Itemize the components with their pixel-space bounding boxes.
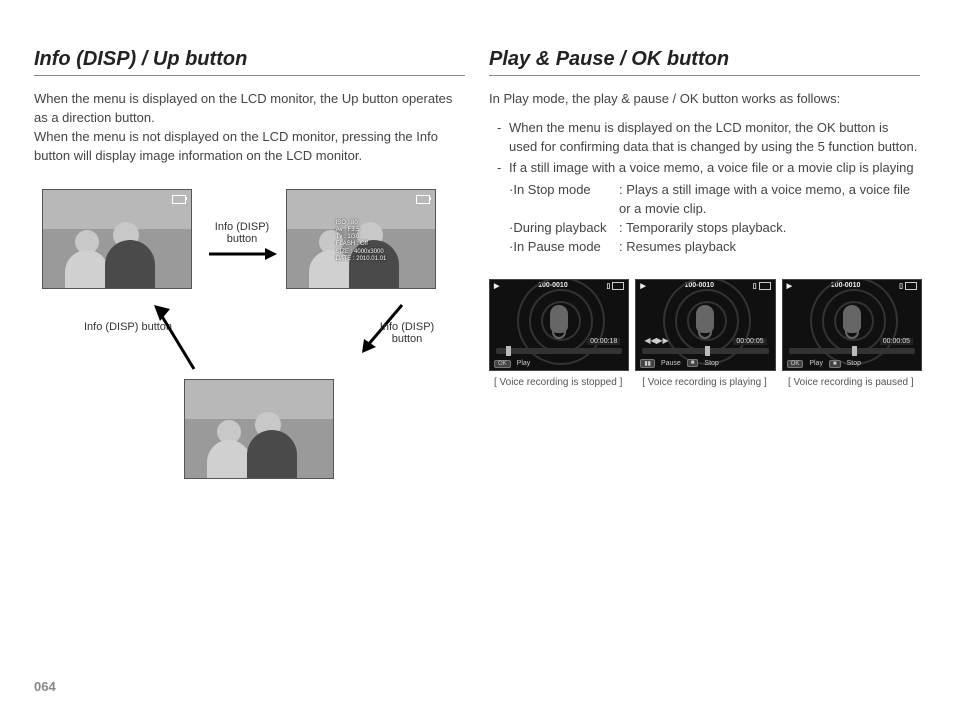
control-button-label: Stop	[704, 360, 718, 367]
page-number: 064	[34, 679, 56, 694]
lcd-screenshot-clean	[184, 379, 334, 479]
battery-icon	[172, 195, 186, 204]
mode-key: ·In Stop mode	[509, 181, 619, 219]
progress-knob	[852, 346, 857, 356]
voice-lcd-screenshot: ▶ 100-0010 ▯ 00:00:05 OK Play ■ Stop	[782, 279, 922, 371]
playback-icon: ▶	[640, 282, 645, 290]
left-column: Info (DISP) / Up button When the menu is…	[34, 48, 465, 509]
voice-screens-row: ▶ 100-0010 ▯ 00:00:18 OK Play [ Voice record…	[489, 279, 920, 388]
control-button-label: Pause	[661, 360, 681, 367]
voice-card: ▶ 100-0010 ▯ 00:00:05 OK Play ■ Stop [ Voice r…	[782, 279, 920, 388]
progress-bar	[642, 348, 768, 354]
control-hints: OK Play	[494, 360, 624, 368]
progress-knob	[506, 346, 511, 356]
microphone-icon	[696, 305, 714, 333]
fast-forward-icon: ▶▶	[656, 336, 668, 345]
mode-val: : Temporarily stops playback.	[619, 219, 786, 238]
right-intro: In Play mode, the play & pause / OK butt…	[489, 90, 920, 109]
arrow-down-left: Info (DISP) button	[324, 299, 444, 359]
progress-knob	[705, 346, 710, 356]
right-column: Play & Pause / OK button In Play mode, t…	[489, 48, 920, 509]
voice-caption: [ Voice recording is paused ]	[782, 377, 920, 388]
mode-val: : Plays a still image with a voice memo,…	[619, 181, 920, 219]
voice-card: ▶ 100-0010 ▯ 00:00:18 OK Play [ Voice record…	[489, 279, 627, 388]
control-button-label: Play	[517, 360, 531, 367]
lcd-screenshot-info: 100-0010 ▯ ISO : 80 Av : F3.5 Tv : 1/30 …	[286, 189, 436, 289]
control-button-icon: ▮▮	[640, 359, 655, 368]
control-button-label: Stop	[847, 360, 861, 367]
elapsed-time: 00:00:05	[733, 338, 766, 345]
right-heading: Play & Pause / OK button	[489, 48, 920, 76]
voice-caption: [ Voice recording is playing ]	[635, 377, 773, 388]
playback-icon: ▶	[494, 282, 499, 290]
elapsed-time: 00:00:18	[587, 338, 620, 345]
lcd-file-no: 100-0010	[684, 282, 714, 290]
voice-lcd-screenshot: ▶ 100-0010 ▯ ◀◀▶▶ 00:00:05 ▮▮ Pause ■ Stop	[635, 279, 775, 371]
bullet-text: If a still image with a voice memo, a vo…	[509, 159, 914, 178]
battery-icon	[759, 282, 771, 290]
right-bullets: -When the menu is displayed on the LCD m…	[497, 119, 920, 178]
battery-icon	[416, 195, 430, 204]
arrow-right: Info (DISP) button	[202, 221, 282, 263]
progress-bar	[789, 348, 915, 354]
left-intro: When the menu is displayed on the LCD mo…	[34, 90, 465, 165]
voice-card: ▶ 100-0010 ▯ ◀◀▶▶ 00:00:05 ▮▮ Pause ■ Stop [ Vo…	[635, 279, 773, 388]
mode-key: ·In Pause mode	[509, 238, 619, 257]
lcd-info-overlay: ISO : 80 Av : F3.5 Tv : 1/30 FLASH : Off…	[336, 220, 387, 263]
lcd-file-no: 100-0010	[831, 282, 861, 290]
manual-page: Info (DISP) / Up button When the menu is…	[0, 0, 954, 720]
elapsed-time: 00:00:05	[880, 338, 913, 345]
battery-icon	[612, 282, 624, 290]
control-button-icon: ■	[829, 360, 841, 368]
microphone-icon	[550, 305, 568, 333]
lcd-screenshot-basic: 100-0010 ▯	[42, 189, 192, 289]
control-button-icon: OK	[494, 360, 511, 368]
memory-card-icon: ▯	[899, 282, 903, 290]
control-hints: ▮▮ Pause ■ Stop	[640, 359, 770, 368]
playback-icon: ▶	[787, 282, 792, 290]
arrow-label: Info (DISP) button	[202, 221, 282, 245]
control-button-icon: ■	[687, 359, 699, 367]
arrow-label: Info (DISP) button	[370, 321, 444, 345]
left-heading: Info (DISP) / Up button	[34, 48, 465, 76]
control-hints: OK Play ■ Stop	[787, 360, 917, 368]
voice-caption: [ Voice recording is stopped ]	[489, 377, 627, 388]
microphone-icon	[843, 305, 861, 333]
control-button-label: Play	[809, 360, 823, 367]
lcd-file-no: 100-0010	[538, 282, 568, 290]
battery-icon	[905, 282, 917, 290]
mode-key: ·During playback	[509, 219, 619, 238]
memory-card-icon: ▯	[753, 282, 757, 290]
bullet-text: When the menu is displayed on the LCD mo…	[509, 119, 920, 157]
disp-cycle-diagram: 100-0010 ▯ 100-	[34, 189, 464, 509]
mode-list: ·In Stop mode : Plays a still image with…	[509, 181, 920, 256]
mode-val: : Resumes playback	[619, 238, 736, 257]
voice-lcd-screenshot: ▶ 100-0010 ▯ 00:00:18 OK Play	[489, 279, 629, 371]
rewind-icon: ◀◀	[644, 336, 656, 345]
progress-bar	[496, 348, 622, 354]
memory-card-icon: ▯	[606, 282, 610, 290]
control-button-icon: OK	[787, 360, 804, 368]
